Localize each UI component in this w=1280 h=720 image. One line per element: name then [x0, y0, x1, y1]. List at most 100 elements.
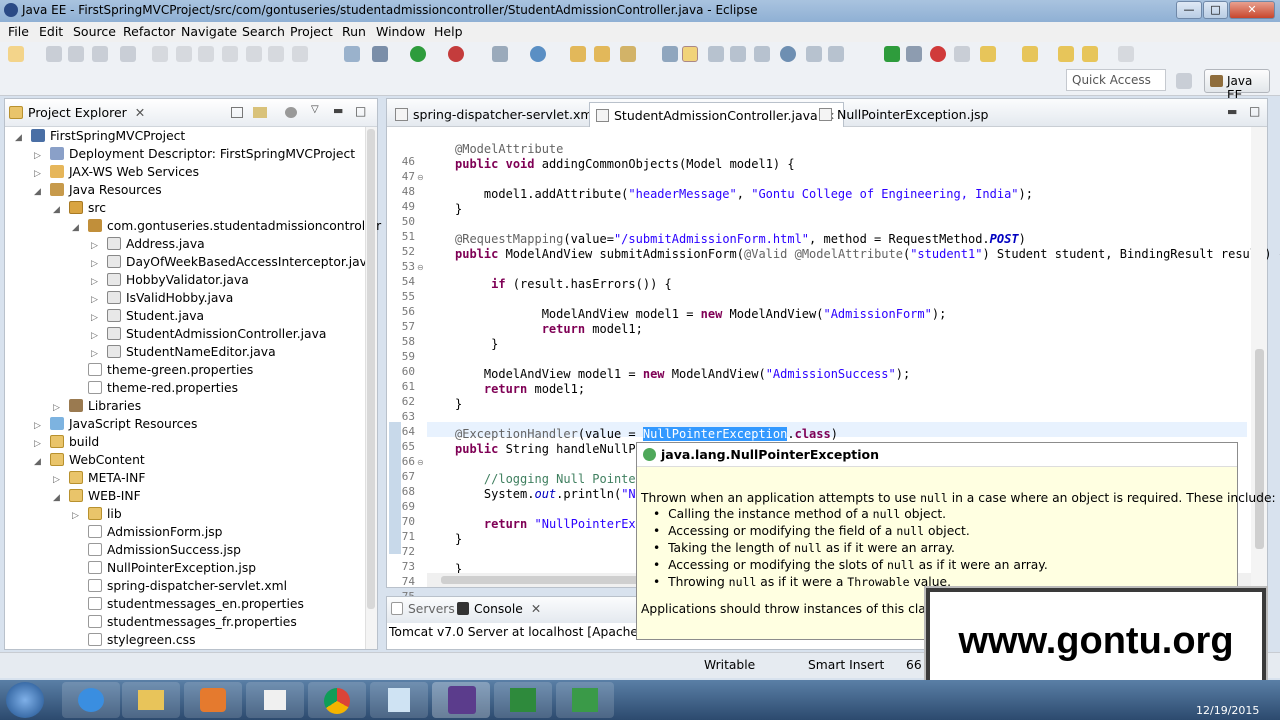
- last-edit-location-icon[interactable]: [1058, 46, 1074, 62]
- tree-item[interactable]: ◢ src: [53, 199, 106, 217]
- tab-console[interactable]: Console ✕: [457, 602, 541, 616]
- disconnect-icon[interactable]: [222, 46, 238, 62]
- tab-student-admission-controller[interactable]: StudentAdmissionController.java✕: [589, 102, 844, 127]
- toggle-mark-occurrences-icon[interactable]: [682, 46, 698, 62]
- start-button[interactable]: [6, 682, 44, 718]
- minimize-view-icon[interactable]: ▬: [333, 104, 343, 117]
- tree-item[interactable]: ▷ JAX-WS Web Services: [34, 163, 199, 181]
- code-line[interactable]: }: [455, 532, 462, 546]
- view-menu-icon[interactable]: ▽: [311, 104, 319, 115]
- code-line[interactable]: public ModelAndView submitAdmissionForm(…: [455, 247, 1280, 261]
- minimize-editor-icon[interactable]: ▬: [1227, 105, 1237, 118]
- toggle-markers-icon[interactable]: [662, 46, 678, 62]
- suspend-debug-icon[interactable]: [906, 46, 922, 62]
- code-line[interactable]: }: [455, 397, 462, 411]
- camtasia-recorder-icon[interactable]: [556, 682, 614, 718]
- menu-file[interactable]: File: [8, 24, 29, 39]
- code-line[interactable]: System.out.println("Nu: [455, 487, 643, 501]
- tree-item[interactable]: ◢ FirstSpringMVCProject: [15, 127, 185, 145]
- expanded-arrow-icon[interactable]: ◢: [53, 201, 63, 219]
- tree-item[interactable]: ▷ Student.java: [91, 307, 204, 325]
- pilcrow-icon[interactable]: [754, 46, 770, 62]
- chrome-icon[interactable]: [308, 682, 366, 718]
- menu-window[interactable]: Window: [376, 24, 425, 39]
- taskbar-date[interactable]: 12/19/2015: [1196, 704, 1259, 717]
- editor-vertical-scroll-thumb[interactable]: [1255, 349, 1264, 549]
- editor-horizontal-scroll-thumb[interactable]: [441, 576, 641, 584]
- skip-breakpoints-icon[interactable]: [120, 46, 136, 62]
- close-button[interactable]: ✕: [1229, 1, 1275, 19]
- eclipse-java-ee-icon[interactable]: [432, 682, 490, 718]
- expanded-arrow-icon[interactable]: ◢: [53, 489, 63, 507]
- insert-mode-status[interactable]: Smart Insert: [808, 658, 884, 672]
- tree-item[interactable]: studentmessages_fr.properties: [72, 613, 297, 631]
- code-line[interactable]: @ExceptionHandler(value = NullPointerExc…: [455, 427, 838, 441]
- code-line[interactable]: return model1;: [455, 382, 585, 396]
- maximize-button[interactable]: □: [1203, 1, 1228, 19]
- maximize-view-icon[interactable]: □: [355, 104, 366, 118]
- terminate-icon[interactable]: [198, 46, 214, 62]
- show-whitespace-icon[interactable]: [730, 46, 746, 62]
- code-line[interactable]: public void addingCommonObjects(Model mo…: [455, 157, 795, 171]
- open-perspective-icon[interactable]: [1176, 73, 1192, 89]
- open-type-icon[interactable]: [570, 46, 586, 62]
- expanded-arrow-icon[interactable]: ◢: [72, 219, 82, 237]
- apply-patch-icon[interactable]: [806, 46, 822, 62]
- resume-debug-icon[interactable]: [884, 46, 900, 62]
- tree-item[interactable]: ◢ Java Resources: [34, 181, 162, 199]
- explorer-scroll-thumb[interactable]: [367, 129, 375, 609]
- close-view-icon[interactable]: ✕: [135, 105, 145, 120]
- fold-toggle-icon[interactable]: ⊖: [417, 263, 424, 272]
- step-into-icon[interactable]: [246, 46, 262, 62]
- tree-item[interactable]: ▷ META-INF: [53, 469, 145, 487]
- step-over-icon[interactable]: [268, 46, 284, 62]
- tree-item[interactable]: ▷ JavaScript Resources: [34, 415, 197, 433]
- camtasia-icon[interactable]: [494, 682, 552, 718]
- save-icon[interactable]: [46, 46, 62, 62]
- menu-refactor[interactable]: Refactor: [123, 24, 175, 39]
- tree-item[interactable]: ▷ IsValidHobby.java: [91, 289, 233, 307]
- tab-null-pointer-exception-jsp[interactable]: NullPointerException.jsp: [813, 102, 997, 127]
- tree-item[interactable]: ◢ WEB-INF: [53, 487, 141, 505]
- tree-item[interactable]: AdmissionForm.jsp: [72, 523, 222, 541]
- tab-spring-dispatcher-servlet-xml[interactable]: spring-dispatcher-servlet.xml: [389, 102, 604, 127]
- tree-item[interactable]: theme-red.properties: [72, 379, 238, 397]
- media-player-icon[interactable]: [184, 682, 242, 718]
- code-line[interactable]: model1.addAttribute("headerMessage", "Go…: [455, 187, 1033, 201]
- tree-item[interactable]: studentmessages_en.properties: [72, 595, 304, 613]
- tree-item[interactable]: ◢ WebContent: [34, 451, 145, 469]
- open-task-icon[interactable]: [594, 46, 610, 62]
- tree-item[interactable]: theme-green.properties: [72, 361, 253, 379]
- code-line[interactable]: @ModelAttribute: [455, 142, 563, 156]
- project-explorer-tab[interactable]: Project Explorer ✕: [9, 105, 145, 120]
- tab-servers[interactable]: Servers: [391, 602, 455, 616]
- collapse-all-icon[interactable]: [231, 107, 243, 118]
- quick-access-input[interactable]: Quick Access: [1066, 69, 1166, 91]
- web-browser-icon[interactable]: [780, 46, 796, 62]
- tree-item[interactable]: ▷ Deployment Descriptor: FirstSpringMVCPr…: [34, 145, 355, 163]
- fold-toggle-icon[interactable]: ⊖: [417, 173, 424, 182]
- tree-item[interactable]: ◢ com.gontuseries.studentadmissioncontrol…: [72, 217, 381, 235]
- new-java-class-icon[interactable]: [530, 46, 546, 62]
- step-return-icon[interactable]: [292, 46, 308, 62]
- tree-item[interactable]: ▷ DayOfWeekBasedAccessInterceptor.java: [91, 253, 375, 271]
- debug-icon[interactable]: [372, 46, 388, 62]
- code-line[interactable]: if (result.hasErrors()) {: [455, 277, 672, 291]
- code-line[interactable]: }: [455, 337, 498, 351]
- maximize-editor-icon[interactable]: □: [1249, 104, 1260, 118]
- file-explorer-icon[interactable]: [122, 682, 180, 718]
- previous-annotation-icon[interactable]: [1022, 46, 1038, 62]
- code-line[interactable]: ModelAndView model1 = new ModelAndView("…: [455, 367, 910, 381]
- menu-run[interactable]: Run: [342, 24, 366, 39]
- code-line[interactable]: //logging Null Pointer: [455, 472, 643, 486]
- run-icon[interactable]: [410, 46, 426, 62]
- save-all-icon[interactable]: [68, 46, 84, 62]
- toggle-block-selection-icon[interactable]: [708, 46, 724, 62]
- suspend-icon[interactable]: [176, 46, 192, 62]
- resume-icon[interactable]: [152, 46, 168, 62]
- link-with-editor-icon[interactable]: [253, 107, 267, 118]
- menu-project[interactable]: Project: [290, 24, 333, 39]
- drop-to-frame-icon[interactable]: [344, 46, 360, 62]
- new-icon[interactable]: [8, 46, 24, 62]
- expanded-arrow-icon[interactable]: ◢: [34, 183, 44, 201]
